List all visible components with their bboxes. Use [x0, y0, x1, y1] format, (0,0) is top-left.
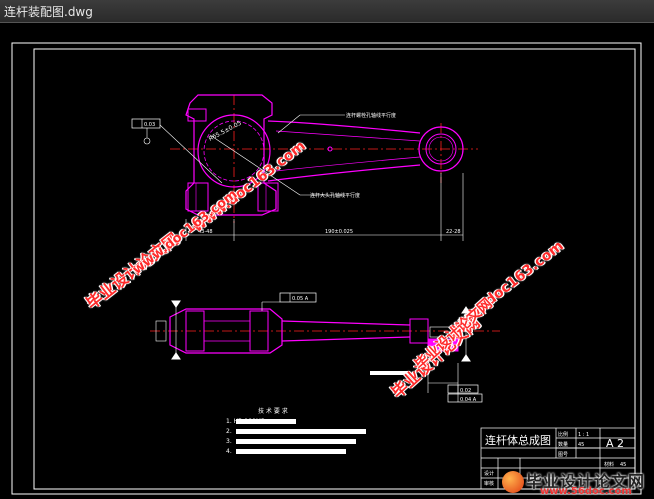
globe-icon — [502, 471, 524, 493]
tol-right2: 0.04 A — [460, 397, 477, 403]
dim-right: 22-28 — [446, 229, 461, 235]
sheet-outer-border — [11, 42, 642, 495]
top-view — [131, 94, 478, 241]
row3-label: 图号 — [558, 452, 568, 458]
window-title: 连杆装配图.dwg — [4, 5, 93, 19]
note-upper: 连杆螺栓孔轴线平行度 — [346, 112, 396, 119]
scale-value: 1 : 1 — [578, 432, 589, 438]
row2-label: 数量 — [558, 441, 568, 448]
cad-viewport[interactable]: R65.5±0.05 连杆螺栓孔轴线平行度 连杆大头孔轴线平行度 43-48 1… — [0, 23, 654, 499]
drawing-name: 连杆体总成图 — [485, 433, 551, 447]
tol-left: 0.03 — [144, 122, 155, 128]
radius-label: R65.5±0.05 — [208, 120, 243, 143]
tech-heading: 技 术 要 求 — [258, 407, 288, 415]
tech-requirements: 技 术 要 求 1. HB-180MPa 2. 3. 4. — [226, 407, 366, 455]
scale-label: 比例 — [558, 431, 568, 438]
dim-mid: 190±0.025 — [325, 229, 353, 235]
row4-left: 设计 — [484, 470, 494, 477]
sheet-size: A 2 — [606, 437, 624, 450]
tol-right1: 0.02 — [460, 388, 471, 394]
note-lower: 连杆大头孔轴线平行度 — [310, 192, 360, 199]
row5-left: 审核 — [484, 480, 494, 487]
footer-site: www.56doc.com — [540, 486, 632, 497]
tech-line-3: 3. — [226, 438, 232, 445]
tol-top: 0.05 A — [292, 296, 309, 302]
tech-line-2: 2. — [226, 428, 232, 435]
cad-drawing[interactable]: R65.5±0.05 连杆螺栓孔轴线平行度 连杆大头孔轴线平行度 43-48 1… — [0, 23, 654, 499]
material-label: 材料 — [604, 461, 614, 468]
tech-line-4: 4. — [226, 448, 232, 455]
footer-logo: 毕业设计论文网 www.56doc.com — [500, 468, 650, 498]
window-titlebar: 连杆装配图.dwg — [0, 0, 654, 23]
row2-value: 45 — [578, 442, 584, 448]
